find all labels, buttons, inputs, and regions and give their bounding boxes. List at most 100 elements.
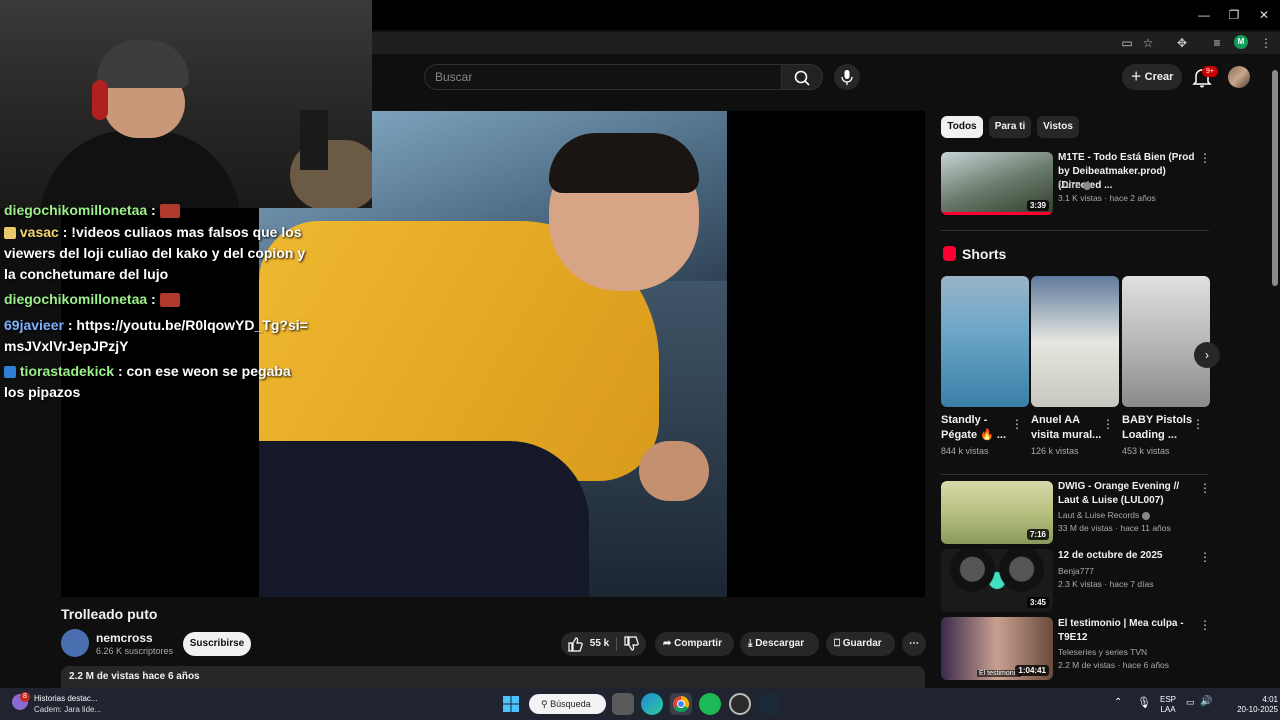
short-title[interactable]: Anuel AA visita mural... <box>1031 413 1103 443</box>
short-thumbnail[interactable] <box>941 276 1029 407</box>
watched-progress <box>941 212 1053 215</box>
channel-avatar[interactable] <box>61 629 89 657</box>
star-icon[interactable]: ☆ <box>1138 34 1158 52</box>
shorts-next-button[interactable]: › <box>1194 342 1220 368</box>
like-button[interactable]: 55 k <box>567 632 609 656</box>
minimize-button[interactable]: — <box>1190 4 1218 26</box>
clock-time: 4:01 <box>1262 695 1278 704</box>
related-menu-button[interactable]: ⋮ <box>1199 151 1211 165</box>
profile-icon[interactable]: M <box>1234 35 1248 49</box>
clock[interactable]: 4:01 20-10-2025 <box>1218 695 1278 715</box>
account-avatar[interactable] <box>1228 66 1250 88</box>
search-input[interactable]: Buscar <box>424 64 782 90</box>
related-meta: 2.2 M de vistas · hace 6 años <box>1058 660 1170 670</box>
obs-icon[interactable] <box>729 693 751 715</box>
subscribe-button[interactable]: Suscribirse <box>183 632 251 656</box>
news-title[interactable]: Historias destac... <box>34 694 98 703</box>
related-title[interactable]: El testimonio | Mea culpa - T9E12 <box>1058 617 1198 645</box>
related-channel[interactable]: Benja777 <box>1058 566 1094 576</box>
taskbar-search-label: Búsqueda <box>550 699 591 709</box>
webcam-overlay <box>0 0 372 208</box>
chip-vistos[interactable]: Vistos <box>1037 116 1079 138</box>
short-menu-button[interactable]: ⋮ <box>1011 417 1023 431</box>
spotify-icon[interactable] <box>699 693 721 715</box>
related-channel[interactable]: Teleseries y series TVN <box>1058 647 1147 657</box>
search-icon: ⚲ <box>541 699 551 709</box>
related-channel[interactable]: Laut & Luise Records <box>1058 510 1150 520</box>
network-icon[interactable]: ▭ <box>1186 697 1195 708</box>
related-menu-button[interactable]: ⋮ <box>1199 550 1211 564</box>
video-duration: 3:45 <box>1026 597 1049 608</box>
chat-message: diegochikomillonetaa : <box>4 289 314 310</box>
short-menu-button[interactable]: ⋮ <box>1192 417 1204 431</box>
related-thumbnail[interactable]: 3:45 <box>941 549 1053 612</box>
voice-search-button[interactable] <box>834 64 860 90</box>
verified-icon <box>1141 511 1150 520</box>
divider <box>941 474 1209 475</box>
video-duration: 7:16 <box>1026 529 1049 540</box>
windows-taskbar <box>0 688 1280 720</box>
chrome-app-button[interactable] <box>670 693 692 715</box>
short-menu-button[interactable]: ⋮ <box>1102 417 1114 431</box>
task-view-icon[interactable] <box>612 693 634 715</box>
download-label: Descargar <box>755 638 805 649</box>
short-thumbnail[interactable] <box>1031 276 1119 407</box>
close-window-button[interactable]: ✕ <box>1250 4 1278 26</box>
taskbar-search[interactable]: ⚲ Búsqueda <box>529 694 606 714</box>
description-meta: 2.2 M de vistas hace 6 años <box>69 671 200 682</box>
related-title[interactable]: 12 de octubre de 2025 <box>1058 549 1198 563</box>
restore-button[interactable]: ❐ <box>1220 4 1248 26</box>
chat-separator: : <box>147 291 156 307</box>
download-button[interactable]: ⤓ Descargar <box>740 632 819 656</box>
search-button[interactable] <box>781 64 823 90</box>
related-channel[interactable]: M1TE <box>1058 180 1092 190</box>
thumbs-down-icon <box>624 636 639 651</box>
like-dislike-group: 55 k <box>561 632 646 656</box>
more-actions-button[interactable]: ⋯ <box>902 632 926 656</box>
mic-icon <box>841 70 853 85</box>
related-thumbnail[interactable]: El testimonio 1:04:41 <box>941 617 1053 680</box>
related-meta: 3.1 K vistas · hace 2 años <box>1058 193 1156 203</box>
related-menu-button[interactable]: ⋮ <box>1199 618 1211 632</box>
chat-username: diegochikomillonetaa <box>4 291 148 307</box>
emote-icon <box>159 293 180 308</box>
edge-icon[interactable] <box>641 693 663 715</box>
pants-shape <box>259 441 589 597</box>
create-label: Crear <box>1144 71 1174 83</box>
related-thumbnail[interactable]: 7:16 <box>941 481 1053 544</box>
dislike-button[interactable] <box>623 632 639 656</box>
news-subtitle[interactable]: Cadem: Jara lide... <box>34 705 101 714</box>
cast-icon[interactable]: ▭ <box>1117 34 1137 52</box>
create-button[interactable]: ＋ Crear <box>1122 64 1182 90</box>
clock-date: 20-10-2025 <box>1237 705 1278 714</box>
short-thumbnail[interactable] <box>1122 276 1210 407</box>
related-thumbnail[interactable]: 3:39 <box>941 152 1053 215</box>
chevron-up-icon[interactable]: ⌃ <box>1114 697 1122 708</box>
language-indicator[interactable]: ESP LAA <box>1156 695 1180 715</box>
description-box[interactable]: 2.2 M de vistas hace 6 años <box>61 666 925 688</box>
volume-icon[interactable]: 🔊 <box>1200 696 1212 707</box>
related-menu-button[interactable]: ⋮ <box>1199 481 1211 495</box>
short-title[interactable]: BABY Pistols Loading ... <box>1122 413 1194 443</box>
steam-icon[interactable] <box>758 693 780 715</box>
menu-icon[interactable]: ⋮ <box>1256 34 1276 52</box>
scrollbar-thumb[interactable] <box>1272 70 1278 286</box>
chip-para-ti[interactable]: Para ti <box>989 116 1031 138</box>
mic-tray-icon[interactable]: 🎙 <box>1137 696 1151 709</box>
search-icon <box>794 70 810 86</box>
related-title[interactable]: DWIG - Orange Evening // Laut & Luise (L… <box>1058 480 1198 508</box>
share-button[interactable]: ➦ Compartir <box>655 632 734 656</box>
related-meta: 2.3 K vistas · hace 7 días <box>1058 579 1154 589</box>
related-meta: 33 M de vistas · hace 11 años <box>1058 523 1171 533</box>
hair-shape <box>549 133 699 193</box>
start-button[interactable] <box>500 693 522 715</box>
short-title[interactable]: Standly - Pégate 🔥 ... <box>941 413 1013 443</box>
save-button[interactable]: ⎕ Guardar <box>826 632 895 656</box>
media-icon[interactable]: ≡ <box>1207 34 1227 52</box>
badge-icon <box>4 227 16 240</box>
like-count: 55 k <box>589 638 610 649</box>
channel-name[interactable]: nemcross <box>96 631 153 645</box>
chip-todos[interactable]: Todos <box>941 116 983 138</box>
extensions-icon[interactable]: ✥ <box>1172 34 1192 52</box>
cap-shape <box>97 40 189 88</box>
